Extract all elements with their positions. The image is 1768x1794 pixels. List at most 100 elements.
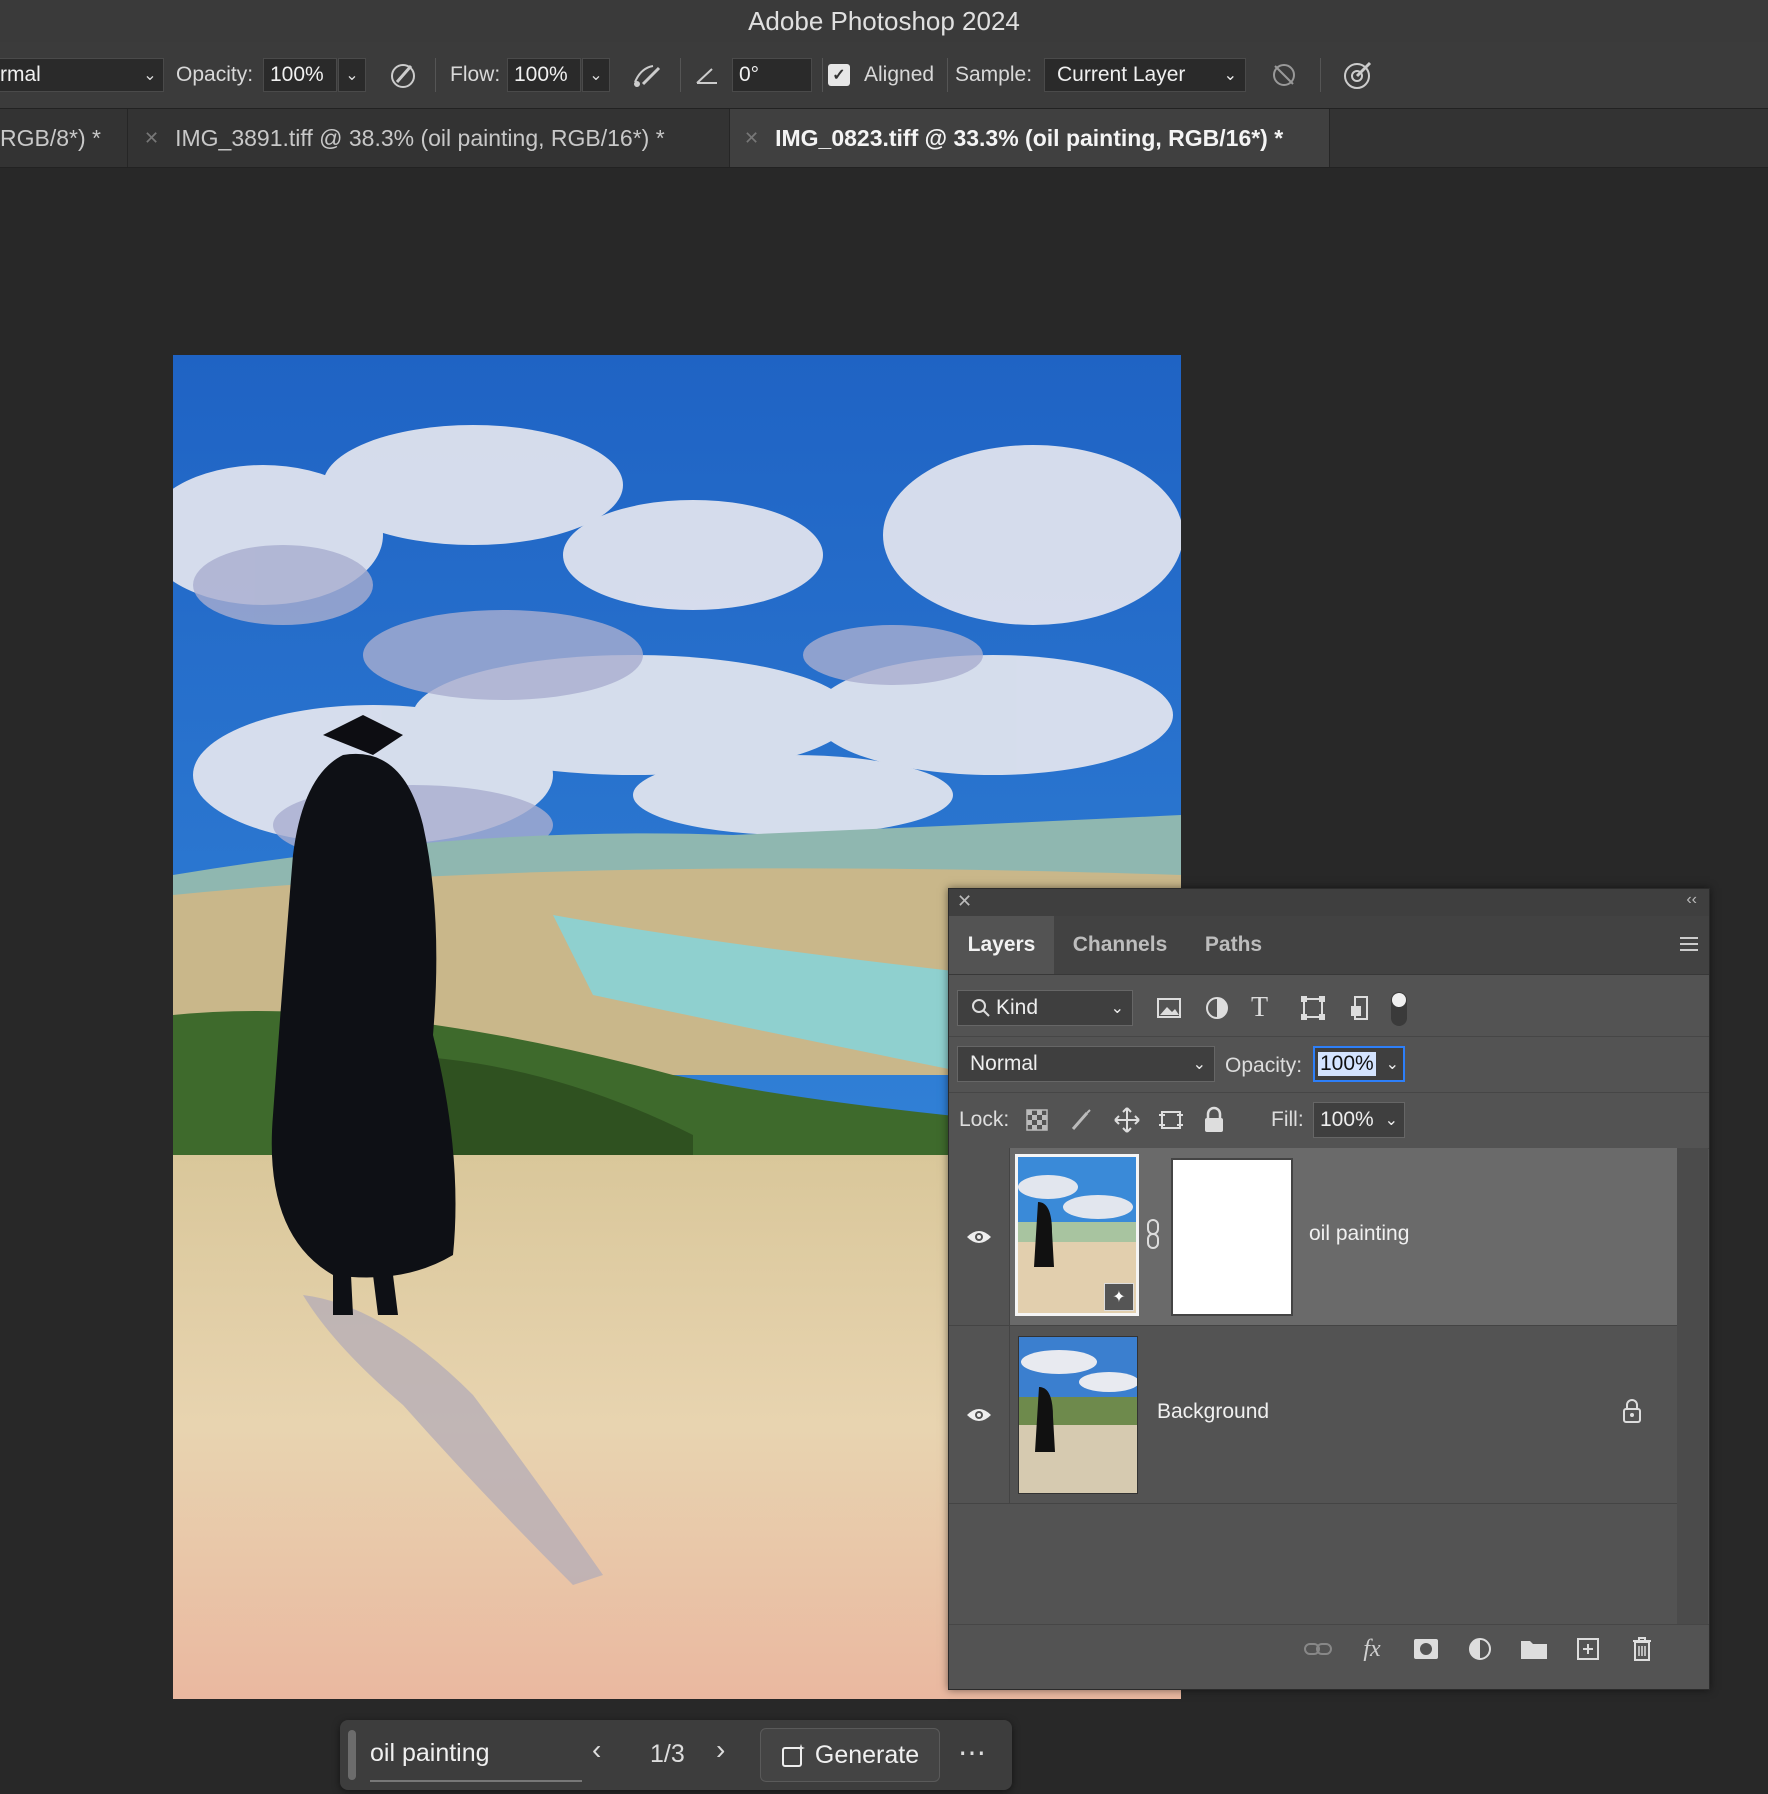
aligned-label: Aligned xyxy=(864,63,935,86)
tab-document-3[interactable]: ✕ IMG_0823.tiff @ 33.3% (oil painting, R… xyxy=(730,109,1330,167)
prompt-value: oil painting xyxy=(370,1738,490,1767)
aligned-checkbox[interactable]: ✓ xyxy=(828,64,850,86)
eye-icon xyxy=(967,1230,991,1243)
blend-row: Normal ⌄ Opacity: 100% ⌄ xyxy=(949,1036,1709,1093)
filter-pixel-icon[interactable] xyxy=(1155,994,1183,1027)
drag-handle[interactable] xyxy=(348,1730,356,1780)
divider xyxy=(1320,58,1321,92)
lock-position-icon[interactable] xyxy=(1113,1106,1141,1139)
opacity-label: Opacity: xyxy=(1225,1054,1303,1077)
panel-header: ✕ ‹‹ xyxy=(949,889,1709,916)
collapse-icon[interactable]: ‹‹ xyxy=(1686,891,1697,909)
close-icon[interactable]: ✕ xyxy=(144,128,159,149)
lock-artboard-icon[interactable] xyxy=(1157,1106,1185,1139)
lock-all-icon[interactable] xyxy=(1201,1106,1227,1139)
panel-menu-icon[interactable] xyxy=(1679,934,1699,954)
smart-object-badge-icon: ✦ xyxy=(1104,1283,1134,1311)
filter-type-icon[interactable]: T xyxy=(1251,992,1268,1024)
opacity-label: Opacity: xyxy=(176,63,254,86)
pressure-opacity-icon[interactable] xyxy=(386,58,422,92)
flow-field[interactable]: 100% xyxy=(507,58,581,92)
tab-label: IMG_0823.tiff @ 33.3% (oil painting, RGB… xyxy=(775,124,1284,151)
tab-document-1[interactable]: RGB/8*) * xyxy=(0,109,128,167)
blend-mode-select[interactable]: Normal ⌄ xyxy=(957,1046,1215,1082)
sample-label: Sample: xyxy=(955,63,1033,86)
folder-icon[interactable] xyxy=(1519,1635,1549,1663)
filter-kind-select[interactable]: Kind ⌄ xyxy=(957,990,1133,1026)
options-bar: rmal ⌄ Opacity: 100% ⌄ Flow: 100% ⌄ 0° ✓… xyxy=(0,42,1768,109)
layer-name[interactable]: oil painting xyxy=(1309,1222,1409,1246)
angle-field[interactable]: 0° xyxy=(732,58,812,92)
layer-opacity-field[interactable]: 100% ⌄ xyxy=(1313,1046,1405,1082)
filter-value: Kind xyxy=(996,996,1039,1019)
close-icon[interactable]: ✕ xyxy=(957,891,972,912)
tab-label: Layers xyxy=(967,933,1036,956)
lock-icon[interactable] xyxy=(1621,1398,1643,1429)
tab-paths[interactable]: Paths xyxy=(1186,916,1281,974)
tab-layers[interactable]: Layers xyxy=(949,916,1054,974)
panel-tabs: Layers Channels Paths xyxy=(949,916,1709,975)
fill-label: Fill: xyxy=(1271,1108,1304,1131)
layer-mask-thumbnail[interactable] xyxy=(1171,1158,1293,1316)
chevron-down-icon[interactable]: ⌄ xyxy=(1386,1054,1399,1074)
chevron-down-icon: ⌄ xyxy=(1110,1000,1124,1017)
airbrush-icon[interactable] xyxy=(628,58,668,92)
add-mask-icon[interactable] xyxy=(1411,1635,1441,1663)
contextual-task-bar: oil painting ‹ 1/3 › Generate ⋯ xyxy=(340,1720,1012,1790)
next-variation-icon[interactable]: › xyxy=(716,1734,725,1766)
prompt-input[interactable]: oil painting xyxy=(370,1726,582,1782)
divider xyxy=(822,58,823,92)
visibility-toggle[interactable] xyxy=(949,1148,1010,1325)
more-options-icon[interactable]: ⋯ xyxy=(958,1736,988,1769)
layer-name[interactable]: Background xyxy=(1157,1400,1269,1424)
tab-channels[interactable]: Channels xyxy=(1054,916,1186,974)
filter-toggle[interactable] xyxy=(1391,992,1407,1026)
lock-transparent-pixels-icon[interactable] xyxy=(1025,1108,1049,1137)
layer-thumbnail[interactable] xyxy=(1018,1336,1138,1494)
ignore-adjustment-layers-icon[interactable] xyxy=(1268,58,1300,92)
tab-label: Paths xyxy=(1204,933,1263,956)
fx-icon[interactable]: fx xyxy=(1357,1635,1387,1663)
filter-smart-object-icon[interactable] xyxy=(1347,994,1375,1027)
scrollbar[interactable] xyxy=(1677,1148,1708,1624)
lock-image-pixels-icon[interactable] xyxy=(1069,1108,1093,1137)
trash-icon[interactable] xyxy=(1627,1635,1657,1663)
tab-document-2[interactable]: ✕ IMG_3891.tiff @ 38.3% (oil painting, R… xyxy=(128,109,730,167)
tab-label: RGB/8*) * xyxy=(0,124,101,151)
chevron-down-icon[interactable]: ⌄ xyxy=(140,58,160,92)
divider xyxy=(947,58,948,92)
pressure-size-icon[interactable] xyxy=(1340,58,1376,92)
previous-variation-icon[interactable]: ‹ xyxy=(592,1734,601,1766)
opacity-field[interactable]: 100% xyxy=(263,58,337,92)
generate-icon xyxy=(781,1744,805,1767)
close-icon[interactable]: ✕ xyxy=(744,128,759,149)
eye-icon xyxy=(967,1408,991,1421)
layer-filter-row: Kind ⌄ T xyxy=(949,974,1709,1037)
link-icon[interactable] xyxy=(1145,1218,1161,1255)
layer-row-background[interactable]: Background xyxy=(949,1326,1677,1504)
adjustment-layer-icon[interactable] xyxy=(1465,1635,1495,1663)
divider xyxy=(680,58,681,92)
title-bar: Adobe Photoshop 2024 xyxy=(0,0,1768,43)
generate-button[interactable]: Generate xyxy=(760,1728,940,1782)
sample-select[interactable]: Current Layer ⌄ xyxy=(1044,58,1246,92)
app-title: Adobe Photoshop 2024 xyxy=(748,5,1020,36)
toggle-knob xyxy=(1392,993,1406,1007)
chevron-down-icon[interactable]: ⌄ xyxy=(1385,1110,1398,1130)
mode-value: rmal xyxy=(0,63,41,86)
visibility-toggle[interactable] xyxy=(949,1326,1010,1503)
opacity-dropdown[interactable]: ⌄ xyxy=(338,58,366,92)
divider xyxy=(435,58,436,92)
chevron-down-icon: ⌄ xyxy=(1223,67,1237,84)
filter-shape-icon[interactable] xyxy=(1299,994,1327,1027)
layer-row-oil-painting[interactable]: ✦ oil painting xyxy=(949,1148,1677,1326)
sample-value: Current Layer xyxy=(1057,63,1186,86)
filter-adjustment-icon[interactable] xyxy=(1203,994,1231,1027)
layer-opacity-value: 100% xyxy=(1318,1052,1376,1076)
link-layers-icon[interactable] xyxy=(1303,1635,1333,1663)
new-layer-icon[interactable] xyxy=(1573,1635,1603,1663)
layer-thumbnail[interactable]: ✦ xyxy=(1015,1154,1139,1316)
tab-label: IMG_3891.tiff @ 38.3% (oil painting, RGB… xyxy=(175,124,665,151)
flow-dropdown[interactable]: ⌄ xyxy=(582,58,610,92)
fill-field[interactable]: 100% ⌄ xyxy=(1313,1102,1405,1138)
